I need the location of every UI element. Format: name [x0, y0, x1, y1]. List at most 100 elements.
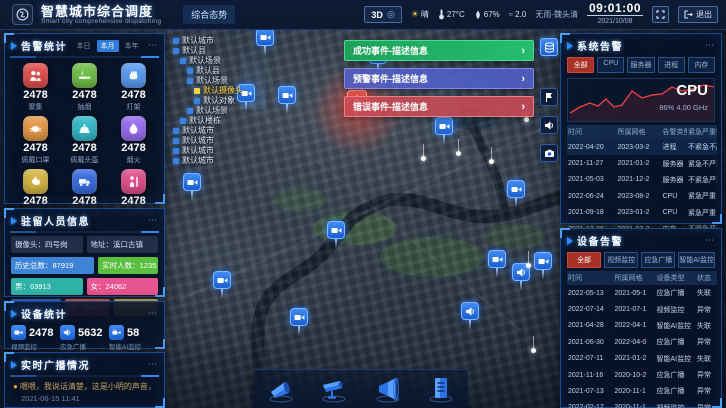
table-row[interactable]: 2022-02-17 2020-11-1 视频监控 异常	[567, 400, 717, 408]
alarm-dock-button[interactable]	[266, 374, 296, 404]
map-point-marker[interactable]	[456, 151, 461, 156]
layer-tree-item[interactable]: 默认场景	[170, 56, 256, 66]
layer-tree-item[interactable]: 默认城市	[170, 156, 256, 166]
map-camera-marker[interactable]	[488, 250, 506, 277]
layer-tree-item[interactable]: 默认县	[170, 46, 256, 56]
layer-tree-item[interactable]: 默认摄像头	[170, 86, 256, 96]
layer-tree-item[interactable]: 默认城市	[170, 136, 256, 146]
alarm-tab[interactable]: 本年	[121, 40, 143, 52]
cctv-dock-button[interactable]	[319, 374, 349, 404]
alarm-stat-smoking[interactable]: 2478 抽烟	[60, 63, 109, 112]
table-row[interactable]: 2022-07-11 2021-01-2 智能AI监控 失联	[567, 351, 717, 367]
male-count: 男：63913	[11, 278, 83, 295]
table-row[interactable]: 2021-05-03 2021-12-2 服务器 不紧急严重	[567, 172, 717, 188]
device-alarm-tab[interactable]: 智能AI监控	[678, 252, 715, 268]
map-speaker-marker[interactable]	[461, 302, 479, 329]
system-alarm-tab[interactable]: 进程	[658, 57, 685, 73]
map-camera-marker[interactable]	[256, 28, 274, 55]
table-row[interactable]: 2021-07-13 2020-11-1 应急广播 异常	[567, 383, 717, 399]
table-row[interactable]: 2021-06-30 2022-04-0 应急广播 异常	[567, 334, 717, 350]
layer-tree-item[interactable]: 默认县	[170, 66, 256, 76]
loudspeaker-dock-button[interactable]	[373, 374, 403, 404]
alarm-tab[interactable]: 本日	[73, 40, 95, 52]
alarm-stat-crowd[interactable]: 2478 聚集	[11, 63, 60, 112]
device-alarm-tab[interactable]: 视频监控	[604, 252, 638, 268]
table-row[interactable]: 2021-11-16 2020-10-2 应急广播 异常	[567, 367, 717, 383]
alarm-stat-smoke-fire[interactable]: 2478 烟火	[109, 116, 158, 165]
chevron-right-icon[interactable]: ›	[521, 45, 525, 57]
table-row[interactable]: 2021-11-27 2021-01-2 服务器 紧急不严重	[567, 155, 717, 171]
server-dock-button[interactable]	[426, 374, 456, 404]
device-stat-video[interactable]: 2478 视频监控	[11, 325, 60, 351]
device-alarm-tab[interactable]: 全部	[567, 252, 601, 268]
alarm-stat-fighting[interactable]: 2478 打架	[109, 63, 158, 112]
chevron-right-icon[interactable]: ›	[521, 101, 525, 113]
map-camera-marker[interactable]	[534, 252, 552, 279]
system-alarm-tab[interactable]: CPU	[597, 57, 624, 73]
system-alarm-tab[interactable]: 内存	[688, 57, 715, 73]
map-camera-marker[interactable]	[213, 271, 231, 298]
3d-mode-button[interactable]: 3D ◎	[364, 6, 401, 23]
device-alarm-tab[interactable]: 应急广播	[641, 252, 675, 268]
layer-tree-item[interactable]: 默认城市	[170, 126, 256, 136]
layer-tree-item[interactable]: 默认城市	[170, 146, 256, 156]
table-row[interactable]: 2022-07-14 2021-07-1 视频监控 异常	[567, 301, 717, 317]
layer-icon	[187, 78, 193, 84]
map-camera-marker[interactable]	[290, 308, 308, 335]
speaker-icon	[516, 267, 527, 278]
layer-tree-item[interactable]: 默认场景	[170, 76, 256, 86]
map-camera-marker[interactable]	[435, 117, 453, 144]
alarm-stat-mask[interactable]: 2478 佩戴口罩	[11, 116, 60, 165]
cell-time: 2021-09-18	[567, 205, 617, 221]
system-alarm-tab[interactable]: 全部	[567, 57, 594, 73]
helmet-icon	[72, 116, 97, 141]
alert-flag-tool-button[interactable]	[540, 88, 558, 106]
map-point-marker[interactable]	[421, 156, 426, 161]
table-row[interactable]: 2022-05-13 2021-05-1 应急广播 失联	[567, 285, 717, 301]
speaker-tool-button[interactable]	[540, 116, 558, 134]
chevron-right-icon[interactable]: ›	[521, 73, 525, 85]
broadcast-time: 2021-06-15 11:41	[5, 392, 164, 403]
table-row[interactable]: 2022-06-24 2023-08-2 CPU 紧急严重	[567, 188, 717, 204]
layer-icon	[173, 148, 179, 154]
map-camera-marker[interactable]	[278, 86, 296, 113]
panel-menu-dots[interactable]: ⋯	[148, 359, 158, 370]
table-row[interactable]: 2021-09-18 2023-01-2 CPU 紧急严重	[567, 205, 717, 221]
map-point-marker[interactable]	[531, 348, 536, 353]
map-camera-marker[interactable]	[183, 173, 201, 200]
panel-menu-dots[interactable]: ⋯	[148, 40, 158, 51]
system-alarm-tab[interactable]: 服务器	[627, 57, 654, 73]
panel-menu-dots[interactable]: ⋯	[705, 40, 715, 51]
map-point-marker[interactable]	[526, 263, 531, 268]
fullscreen-button[interactable]	[652, 6, 669, 23]
nav-tab-overview[interactable]: 综合态势	[183, 5, 235, 24]
database-tool-button[interactable]	[540, 38, 558, 56]
panel-menu-dots[interactable]: ⋯	[148, 215, 158, 226]
alarm-tab[interactable]: 本月	[97, 40, 119, 52]
map-camera-marker[interactable]	[327, 221, 345, 248]
panel-menu-dots[interactable]: ⋯	[705, 235, 715, 246]
layer-tree-item[interactable]: 默认对象	[170, 96, 256, 106]
logout-button[interactable]: 退出	[678, 6, 718, 23]
layer-tree-item[interactable]: 默认楼栋	[170, 116, 256, 126]
panel-menu-dots[interactable]: ⋯	[148, 308, 158, 319]
map-point-marker[interactable]	[524, 117, 529, 122]
toast-error[interactable]: 错误事件-描述信息 ›	[344, 96, 534, 117]
layer-tree-item[interactable]: 默认场景	[170, 106, 256, 116]
map-point-marker[interactable]	[489, 159, 494, 164]
toast-warning[interactable]: 预警事件-描述信息 ›	[344, 68, 534, 89]
layer-tree-item[interactable]: 默认城市	[170, 36, 256, 46]
cell-grid: 2023-03-2	[617, 139, 662, 155]
device-stat-broadcast[interactable]: 5632 应急广播	[60, 325, 109, 351]
layer-label: 默认场景	[189, 56, 221, 66]
camera-icon	[439, 121, 450, 132]
table-row[interactable]: 2022-04-20 2023-03-2 进程 不紧急不严重	[567, 139, 717, 155]
alarm-value: 2478	[121, 143, 145, 154]
map-camera-marker[interactable]	[507, 180, 525, 207]
table-row[interactable]: 2021-04-28 2022-04-1 智能AI监控 失联	[567, 318, 717, 334]
alarm-stat-helmet[interactable]: 2478 佩戴头盔	[60, 116, 109, 165]
toast-success[interactable]: 成功事件-描述信息 ›	[344, 40, 534, 61]
camera-tool-button[interactable]	[540, 144, 558, 162]
cell-grid: 2021-07-1	[614, 301, 656, 317]
device-stat-ai[interactable]: 58 智能AI监控	[109, 325, 158, 351]
